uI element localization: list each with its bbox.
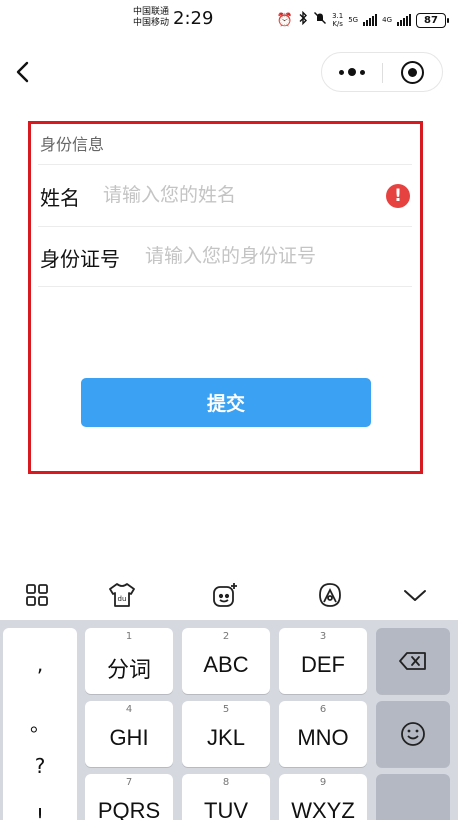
capsule-divider: [382, 63, 383, 83]
divider: [38, 164, 412, 165]
battery-icon: 87: [416, 12, 449, 28]
key-number: 5: [222, 704, 230, 715]
key-number: 1: [125, 631, 133, 642]
backspace-icon: [376, 628, 450, 694]
keyboard-toolbar: du: [0, 569, 458, 620]
key-number: 7: [125, 777, 133, 788]
network-speed: 3.1 K/s: [332, 12, 343, 28]
key-6[interactable]: 6 MNO: [279, 701, 367, 767]
punct-key[interactable]: ?: [3, 754, 77, 778]
key-label: ABC: [203, 652, 249, 677]
skin-icon[interactable]: du: [97, 569, 147, 620]
punct-key[interactable]: ,: [3, 652, 77, 676]
submit-button[interactable]: 提交: [81, 378, 371, 427]
network-type-2: 4G: [382, 16, 392, 24]
close-miniprogram-icon[interactable]: [401, 61, 424, 84]
error-icon: !: [386, 184, 410, 208]
more-options-button[interactable]: [322, 53, 382, 91]
miniprogram-capsule: [321, 52, 443, 92]
key-number: 9: [319, 777, 327, 788]
key-3[interactable]: 3 DEF: [279, 628, 367, 694]
speed-unit: K/s: [332, 20, 343, 28]
bluetooth-icon: [298, 10, 308, 29]
chevron-down-icon[interactable]: [390, 569, 440, 620]
punct-key[interactable]: !: [3, 804, 77, 820]
key-7[interactable]: 7 PQRS: [85, 774, 173, 820]
name-input[interactable]: [103, 181, 373, 209]
id-number-input[interactable]: [145, 242, 407, 270]
key-label: 分词: [106, 657, 151, 682]
key-number: 3: [319, 631, 327, 642]
speed-value: 3.1: [332, 12, 344, 20]
key-label: TUV: [204, 798, 248, 820]
key-label: WXYZ: [291, 798, 355, 820]
key-label: GHI: [109, 725, 149, 750]
back-button[interactable]: [12, 58, 36, 86]
chevron-left-icon: [16, 61, 29, 83]
key-number: 2: [222, 631, 230, 642]
key-number: 8: [222, 777, 230, 788]
key-2[interactable]: 2 ABC: [182, 628, 270, 694]
divider: [38, 226, 412, 227]
key-1[interactable]: 1 分词: [85, 628, 173, 694]
svg-text:du: du: [118, 595, 127, 603]
emoji-icon: [376, 701, 450, 767]
id-number-label: 身份证号: [40, 247, 120, 271]
input-method-icon[interactable]: [305, 569, 355, 620]
key-number: 4: [125, 704, 133, 715]
key-label: PQRS: [97, 798, 161, 820]
alarm-icon: ⏰: [276, 12, 294, 28]
key-label: MNO: [297, 725, 349, 750]
key-4[interactable]: 4 GHI: [85, 701, 173, 767]
status-time: 2:29: [173, 8, 214, 29]
status-icons: ⏰ 3.1 K/s 5G 4G 87: [276, 10, 449, 30]
divider: [38, 286, 412, 287]
punct-key[interactable]: 。: [3, 708, 77, 737]
key-number: 6: [319, 704, 327, 715]
key-8[interactable]: 8 TUV: [182, 774, 270, 820]
signal-icon-1: [363, 14, 378, 26]
emoji-key[interactable]: [376, 701, 450, 767]
mute-icon: [313, 11, 327, 29]
key-label: JKL: [207, 725, 245, 750]
section-title: 身份信息: [40, 135, 105, 154]
key-9[interactable]: 9 WXYZ: [279, 774, 367, 820]
carrier-1: 中国联通: [133, 7, 170, 17]
carrier-info: 中国联通 中国移动: [133, 7, 169, 29]
status-bar: 中国联通 中国移动 2:29 ⏰ 3.1 K/s 5G 4G 87: [0, 0, 458, 40]
carrier-2: 中国移动: [133, 18, 170, 28]
punctuation-list[interactable]: , 。 ? !: [3, 628, 77, 820]
key-5[interactable]: 5 JKL: [182, 701, 270, 767]
keyboard: , 。 ? ! 1 分词 2 ABC 3 DEF 4 GHI 5 JKL 6 M…: [0, 620, 458, 820]
backspace-key[interactable]: [376, 628, 450, 694]
function-key[interactable]: [376, 774, 450, 820]
emoji-sticker-icon[interactable]: [200, 569, 250, 620]
battery-level: 87: [424, 14, 438, 26]
name-label: 姓名: [40, 186, 80, 210]
network-type-1: 5G: [348, 16, 359, 24]
grid-icon[interactable]: [12, 569, 62, 620]
key-label: DEF: [301, 652, 345, 677]
signal-icon-2: [397, 14, 411, 26]
